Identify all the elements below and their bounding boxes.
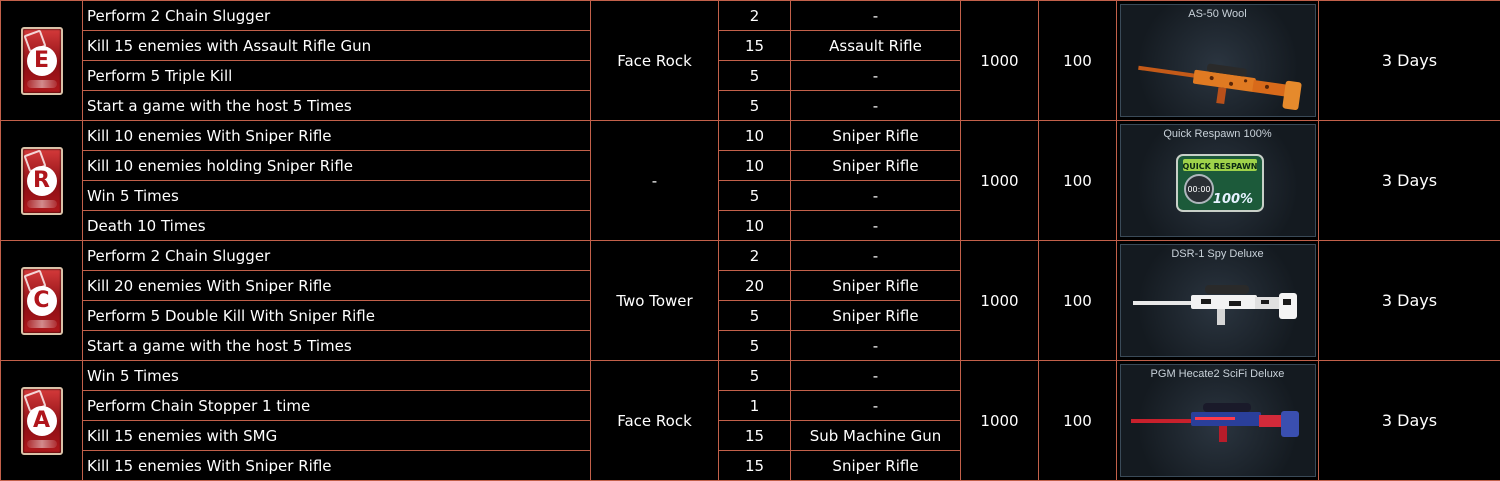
quick-respawn-badge-icon: QUICK RESPAWN 00:00 100% [1175, 154, 1264, 212]
weapon-requirement: - [790, 240, 961, 271]
letter-e: E [26, 45, 57, 76]
task-description: Win 5 Times [82, 180, 591, 211]
weapon-requirement: - [790, 60, 961, 91]
task-count: 5 [718, 360, 791, 391]
map-name: Two Tower [590, 240, 719, 361]
reward-card: AS-50 Wool [1119, 4, 1316, 117]
task-count: 5 [718, 330, 791, 361]
task-description: Start a game with the host 5 Times [82, 330, 591, 361]
table-row: C Perform 2 Chain Slugger Two Tower 2 - … [0, 240, 1500, 361]
mission-letter-cell: C [0, 240, 83, 361]
weapon-requirement: - [790, 360, 961, 391]
task-count: 15 [718, 420, 791, 451]
task-count: 10 [718, 210, 791, 241]
weapon-requirement: - [790, 180, 961, 211]
task-description: Perform 2 Chain Slugger [82, 240, 591, 271]
points-reward: 100 [1038, 0, 1117, 121]
table-row: A Win 5 Times Face Rock 5 - 1000 100 PGM… [0, 360, 1500, 481]
task-count: 5 [718, 180, 791, 211]
exp-reward: 1000 [960, 360, 1039, 481]
reward-duration: 3 Days [1318, 0, 1500, 121]
task-description: Win 5 Times [82, 360, 591, 391]
reward-card: Quick Respawn 100% QUICK RESPAWN 00:00 1… [1119, 124, 1316, 237]
white-camo-sniper-rifle-icon [1132, 285, 1297, 325]
mission-letter-cell: R [0, 120, 83, 241]
table-row: E Perform 2 Chain Slugger Face Rock 2 - … [0, 0, 1500, 121]
reward-card: PGM Hecate2 SciFi Deluxe [1119, 364, 1316, 477]
map-name: - [590, 120, 719, 241]
task-count: 15 [718, 450, 791, 481]
task-description: Kill 10 enemies With Sniper Rifle [82, 120, 591, 151]
map-name: Face Rock [590, 360, 719, 481]
task-count: 20 [718, 270, 791, 301]
weapon-requirement: Sniper Rifle [790, 150, 961, 181]
mission-letter-cell: E [0, 0, 83, 121]
weapon-requirement: Sniper Rifle [790, 450, 961, 481]
reward-duration: 3 Days [1318, 120, 1500, 241]
task-description: Perform 5 Double Kill With Sniper Rifle [82, 300, 591, 331]
table-row: R Kill 10 enemies With Sniper Rifle - 10… [0, 120, 1500, 241]
letter-card-icon: A [20, 386, 63, 455]
exp-reward: 1000 [960, 240, 1039, 361]
exp-reward: 1000 [960, 0, 1039, 121]
task-description: Perform 5 Triple Kill [82, 60, 591, 91]
letter-card-icon: E [20, 26, 63, 95]
badge-percent: 100% [1212, 192, 1252, 207]
task-description: Kill 15 enemies with SMG [82, 420, 591, 451]
weapon-requirement: Sniper Rifle [790, 270, 961, 301]
weapon-requirement: Assault Rifle [790, 30, 961, 61]
weapon-requirement: Sub Machine Gun [790, 420, 961, 451]
task-count: 1 [718, 390, 791, 421]
reward-image-cell: DSR-1 Spy Deluxe [1116, 240, 1319, 361]
reward-image-cell: PGM Hecate2 SciFi Deluxe [1116, 360, 1319, 481]
weapon-requirement: - [790, 0, 961, 31]
task-count: 5 [718, 60, 791, 91]
orange-camo-sniper-rifle-icon [1137, 63, 1302, 111]
task-count: 5 [718, 90, 791, 121]
points-reward: 100 [1038, 120, 1117, 241]
task-description: Kill 20 enemies With Sniper Rifle [82, 270, 591, 301]
weapon-requirement: Sniper Rifle [790, 300, 961, 331]
reward-card: DSR-1 Spy Deluxe [1119, 244, 1316, 357]
weapon-requirement: - [790, 390, 961, 421]
reward-duration: 3 Days [1318, 360, 1500, 481]
map-name: Face Rock [590, 0, 719, 121]
task-count: 5 [718, 300, 791, 331]
points-reward: 100 [1038, 360, 1117, 481]
mission-table: E Perform 2 Chain Slugger Face Rock 2 - … [0, 0, 1500, 481]
red-blue-sniper-rifle-icon [1130, 403, 1299, 442]
task-count: 10 [718, 150, 791, 181]
letter-a: A [26, 405, 57, 436]
task-count: 15 [718, 30, 791, 61]
letter-card-icon: C [20, 266, 63, 335]
task-count: 10 [718, 120, 791, 151]
reward-duration: 3 Days [1318, 240, 1500, 361]
task-description: Perform Chain Stopper 1 time [82, 390, 591, 421]
task-description: Kill 10 enemies holding Sniper Rifle [82, 150, 591, 181]
mission-letter-cell: A [0, 360, 83, 481]
task-description: Kill 15 enemies With Sniper Rifle [82, 450, 591, 481]
task-description: Perform 2 Chain Slugger [82, 0, 591, 31]
weapon-requirement: Sniper Rifle [790, 120, 961, 151]
task-count: 2 [718, 240, 791, 271]
reward-image-cell: Quick Respawn 100% QUICK RESPAWN 00:00 1… [1116, 120, 1319, 241]
task-description: Death 10 Times [82, 210, 591, 241]
task-description: Kill 15 enemies with Assault Rifle Gun [82, 30, 591, 61]
badge-time: 00:00 [1187, 185, 1210, 194]
weapon-requirement: - [790, 330, 961, 361]
badge-title: QUICK RESPAWN [1182, 162, 1257, 171]
points-reward: 100 [1038, 240, 1117, 361]
letter-card-icon: R [20, 146, 63, 215]
reward-image-cell: AS-50 Wool [1116, 0, 1319, 121]
exp-reward: 1000 [960, 120, 1039, 241]
task-description: Start a game with the host 5 Times [82, 90, 591, 121]
weapon-requirement: - [790, 90, 961, 121]
letter-c: C [26, 285, 57, 316]
letter-r: R [26, 165, 57, 196]
weapon-requirement: - [790, 210, 961, 241]
task-count: 2 [718, 0, 791, 31]
